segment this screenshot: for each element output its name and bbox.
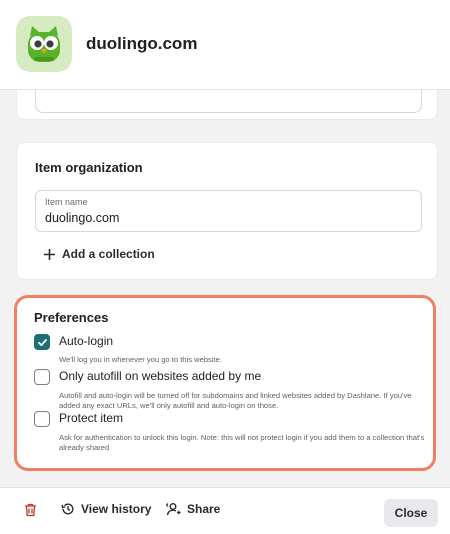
view-history-label: View history xyxy=(81,502,152,516)
item-organization-title: Item organization xyxy=(35,160,143,175)
add-collection-button[interactable]: Add a collection xyxy=(43,243,155,265)
plus-icon xyxy=(44,248,55,260)
add-collection-label: Add a collection xyxy=(62,247,155,261)
item-footer: View history Share Close xyxy=(0,487,450,534)
protect-item-description: Ask for authentication to unlock this lo… xyxy=(59,433,425,452)
checkmark-icon xyxy=(37,338,47,346)
trash-icon xyxy=(25,503,36,517)
item-organization-card: Item organization Item name duolingo.com… xyxy=(16,142,438,280)
view-history-button[interactable]: View history xyxy=(61,502,151,516)
only-autofill-checkbox[interactable] xyxy=(34,369,50,385)
previous-section-field[interactable] xyxy=(35,90,422,113)
share-label: Share xyxy=(187,502,221,516)
site-title: duolingo.com xyxy=(86,34,198,53)
auto-login-checkbox[interactable] xyxy=(34,334,50,350)
preferences-card: Preferences Auto-login We'll log you in … xyxy=(14,295,436,471)
item-name-field[interactable]: Item name duolingo.com xyxy=(35,190,422,232)
auto-login-label: Auto-login xyxy=(59,334,114,348)
share-user-icon xyxy=(166,503,181,516)
duolingo-owl-icon xyxy=(16,16,72,72)
share-button[interactable]: Share xyxy=(166,502,220,516)
item-detail-scroll-area[interactable]: Item organization Item name duolingo.com… xyxy=(0,90,450,487)
preferences-title: Preferences xyxy=(34,310,109,325)
item-name-value[interactable]: duolingo.com xyxy=(45,211,119,225)
delete-button[interactable] xyxy=(24,503,37,517)
only-autofill-label: Only autofill on websites added by me xyxy=(59,369,262,383)
protect-item-checkbox[interactable] xyxy=(34,411,50,427)
only-autofill-description: Autofill and auto-login will be turned o… xyxy=(59,391,412,410)
previous-section-card xyxy=(16,90,438,120)
item-name-label: Item name xyxy=(45,197,88,207)
item-header: duolingo.com xyxy=(0,0,450,90)
history-icon xyxy=(61,503,74,515)
close-button[interactable]: Close xyxy=(384,499,438,527)
auto-login-description: We'll log you in whenever you go to this… xyxy=(59,355,222,364)
protect-item-label: Protect item xyxy=(59,411,124,425)
